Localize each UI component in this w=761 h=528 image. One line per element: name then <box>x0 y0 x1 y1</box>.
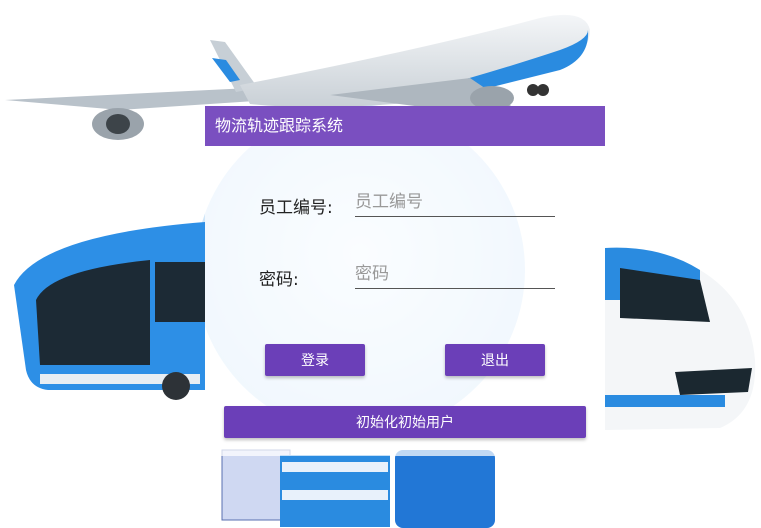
bus-graphic <box>14 222 205 400</box>
app-title-bar: 物流轨迹跟踪系统 <box>205 106 605 146</box>
train-graphic <box>605 247 756 430</box>
employee-id-label: 员工编号: <box>259 198 333 218</box>
luggage-graphic <box>221 449 495 528</box>
employee-id-input[interactable] <box>355 192 555 217</box>
password-label: 密码: <box>259 270 299 290</box>
init-user-button[interactable]: 初始化初始用户 <box>224 406 586 438</box>
exit-button[interactable]: 退出 <box>445 344 545 376</box>
login-button[interactable]: 登录 <box>265 344 365 376</box>
login-panel: 员工编号: 密码: 登录 退出 初始化初始用户 <box>205 146 605 456</box>
password-input[interactable] <box>355 264 555 289</box>
app-title: 物流轨迹跟踪系统 <box>215 116 344 135</box>
